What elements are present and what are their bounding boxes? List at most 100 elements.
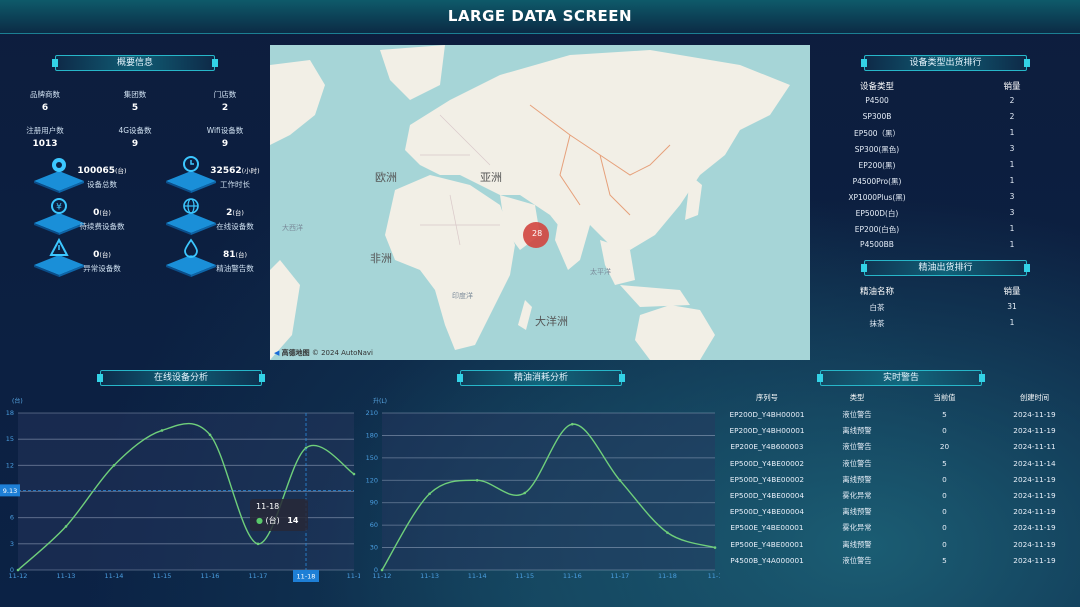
stat-label: 异常设备数 — [83, 264, 121, 273]
table-cell: EP500D_Y4BE00002 — [729, 458, 805, 468]
y-tick-label: 150 — [366, 454, 378, 462]
y-tick-label: 18 — [6, 409, 14, 417]
y-axis-unit: 升(L) — [373, 397, 387, 405]
table-cell: 1 — [1009, 240, 1015, 249]
table-row: P4500 2 — [837, 96, 1052, 110]
data-point — [160, 429, 164, 432]
table-row: 白茶 31 — [837, 302, 1052, 316]
x-tick-label: 11-14 — [105, 572, 124, 580]
data-point — [16, 568, 20, 572]
col-header: 创建时间 — [1019, 393, 1050, 402]
table-cell: EP500D_Y4BE00002 — [729, 474, 805, 484]
table-row: EP200E_Y4B600003 液位警告 20 2024-11-11 — [722, 442, 1077, 456]
stat-work-hours: 32562(小时) 工作时长 — [195, 165, 275, 190]
table-cell: 0 — [942, 426, 947, 436]
tooltip-value: 14 — [287, 516, 299, 525]
online-chart-header: 在线设备分析 — [97, 370, 265, 386]
map-cluster-count: 28 — [532, 229, 543, 238]
stat-oil-warning: 81(台) 精油警告数 — [195, 249, 275, 274]
stat-renewal: 0(台) 待续费设备数 — [62, 207, 142, 232]
stat-label: Wifi设备数 — [206, 126, 244, 135]
x-tick-label: 11-13 — [420, 572, 439, 580]
col-header: 销量 — [1003, 82, 1021, 92]
table-cell: EP500D_Y4BE00004 — [729, 491, 805, 500]
data-point — [380, 568, 384, 572]
table-cell: 2024-11-19 — [1013, 426, 1056, 436]
map-label-atlantic: 大西洋 — [282, 224, 303, 232]
stat-label: 注册用户数 — [26, 126, 64, 135]
table-cell: EP500D_Y4BE00004 — [729, 507, 805, 517]
overview-header: 概要信息 — [52, 55, 218, 71]
y-tick-label: 180 — [366, 431, 378, 439]
top-bar: LARGE DATA SCREEN — [0, 0, 1080, 34]
stat-value: 6 — [41, 103, 49, 113]
stat-label: 集团数 — [123, 90, 147, 99]
x-tick-label: 11-18 — [658, 572, 677, 580]
col-header: 序列号 — [756, 393, 778, 402]
table-cell: 液位警告 — [842, 458, 872, 468]
table-cell: 离线预警 — [842, 474, 872, 484]
y-tick-label: 12 — [6, 461, 14, 469]
stat-label: 门店数 — [213, 90, 237, 99]
table-cell: 2024-11-19 — [1013, 507, 1056, 517]
table-cell: P4500BB — [860, 240, 894, 249]
table-cell: 2024-11-19 — [1013, 539, 1056, 549]
stat-unit: (台) — [235, 251, 248, 259]
table-row: 抹茶 1 — [837, 318, 1052, 332]
x-tick-label: 11-15 — [515, 572, 534, 580]
col-header: 类型 — [849, 393, 865, 402]
table-cell: 2024-11-14 — [1013, 458, 1056, 468]
table-header: 设备类型 销量 — [837, 80, 1052, 94]
stat-brand: 品牌商数 6 — [5, 89, 85, 113]
stat-label: 工作时长 — [220, 180, 250, 189]
col-header: 当前值 — [933, 393, 956, 402]
data-point — [112, 464, 116, 467]
oil-chart-header: 精油消耗分析 — [457, 370, 625, 386]
online-devices-chart[interactable]: (台)036912151811-1211-1311-1411-1511-1611… — [0, 395, 360, 585]
y-tick-label: 60 — [370, 521, 378, 529]
y-tick-label: 90 — [370, 499, 378, 507]
x-tick-label: 11-12 — [9, 572, 28, 580]
y-tick-label: 30 — [370, 544, 378, 552]
map-attribution-text: 高德地图 — [281, 349, 310, 357]
x-tick-label: 11-13 — [57, 572, 76, 580]
x-tick-label: 11-17 — [249, 572, 268, 580]
table-header: 序列号 类型 当前值 创建时间 — [722, 393, 1077, 407]
table-cell: 0 — [942, 539, 947, 549]
table-cell: 1 — [1009, 224, 1015, 233]
table-cell: 雾化异常 — [842, 523, 872, 533]
x-tick-label: 11-16 — [563, 572, 582, 580]
data-point — [570, 422, 574, 426]
table-row: P4500B_Y4A000001 液位警告 5 2024-11-19 — [722, 556, 1077, 570]
map-attribution: ◀ 高德地图 © 2024 AutoNavi — [274, 348, 373, 358]
table-cell: 液位警告 — [842, 555, 872, 565]
active-tick-label: 11-18 — [297, 573, 316, 581]
table-row: EP200D_Y4BH00001 液位警告 5 2024-11-19 — [722, 410, 1077, 424]
table-cell: 2024-11-19 — [1013, 523, 1056, 533]
oil-rank-table: 精油名称 销量 白茶 31 抹茶 1 — [837, 285, 1052, 335]
table-cell: 0 — [942, 523, 947, 533]
table-cell: P4500Pro(黑) — [852, 177, 902, 186]
table-cell: EP200D_Y4BH00001 — [729, 410, 805, 419]
x-tick-label: 11-1 — [347, 572, 360, 580]
map-copyright: © 2024 AutoNavi — [311, 349, 373, 357]
table-cell: 0 — [942, 491, 947, 500]
table-cell: 离线预警 — [842, 539, 872, 549]
table-cell: 2024-11-19 — [1013, 410, 1056, 419]
tooltip-label: (台) — [265, 516, 280, 525]
y-tick-label: 15 — [6, 435, 14, 443]
oil-consumption-chart[interactable]: 升(L)030609012015018021011-12 11-13 11-14 11… — [365, 395, 720, 585]
stat-label: 设备总数 — [87, 180, 117, 189]
table-cell: 3 — [1009, 144, 1015, 153]
world-map[interactable]: 28 欧洲 亚洲 非洲 大洋洲 大西洋 印度洋 太平洋 ◀ 高德地图 © 202… — [270, 45, 810, 360]
page-title: LARGE DATA SCREEN — [447, 7, 633, 25]
table-cell: 1 — [1009, 176, 1015, 185]
data-point — [666, 531, 669, 534]
chart-tooltip: 11-18 ● (台) 14 — [250, 499, 308, 531]
stat-unit: (台) — [99, 251, 111, 259]
stat-value: 9 — [221, 139, 229, 149]
table-cell: 2024-11-19 — [1013, 474, 1056, 484]
stat-unit: (台) — [232, 209, 244, 217]
table-cell: 31 — [1007, 302, 1017, 311]
stat-users: 注册用户数 1013 — [5, 125, 85, 149]
